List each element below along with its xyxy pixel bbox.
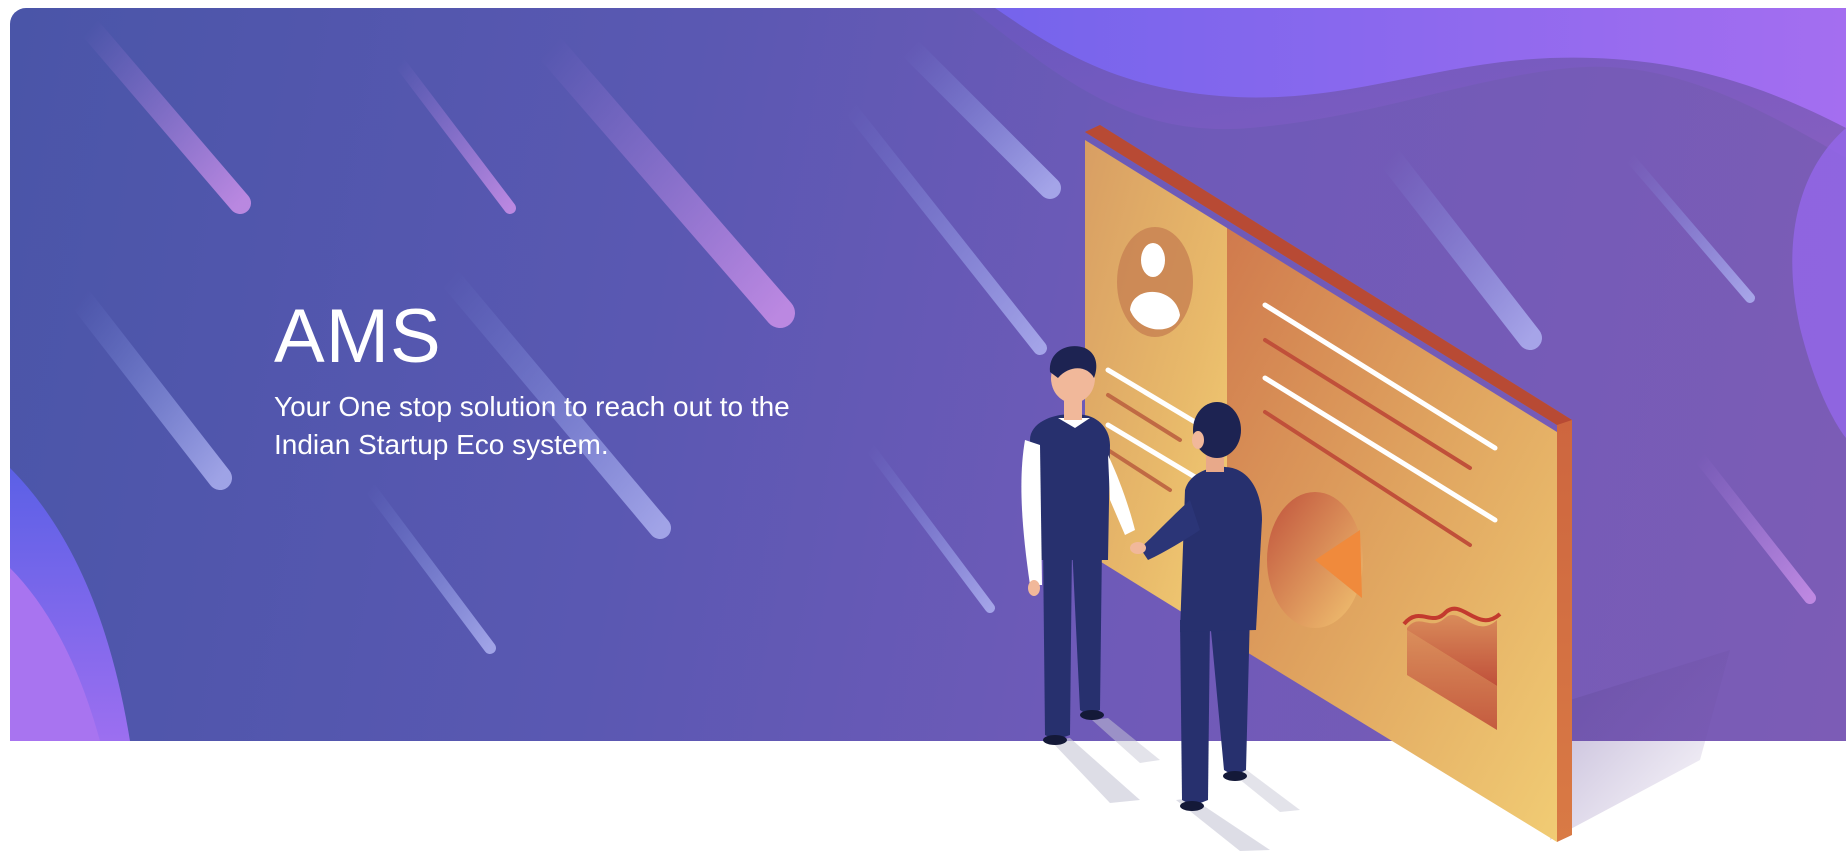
- hero-text-block: AMS Your One stop solution to reach out …: [274, 294, 914, 464]
- page: AMS Your One stop solution to reach out …: [0, 0, 1846, 851]
- hero-subtitle: Your One stop solution to reach out to t…: [274, 391, 790, 460]
- wave-right: [1792, 128, 1846, 438]
- wave-top-right: [995, 8, 1846, 128]
- hero-banner: AMS Your One stop solution to reach out …: [10, 8, 1846, 741]
- hero-title: AMS: [274, 294, 442, 379]
